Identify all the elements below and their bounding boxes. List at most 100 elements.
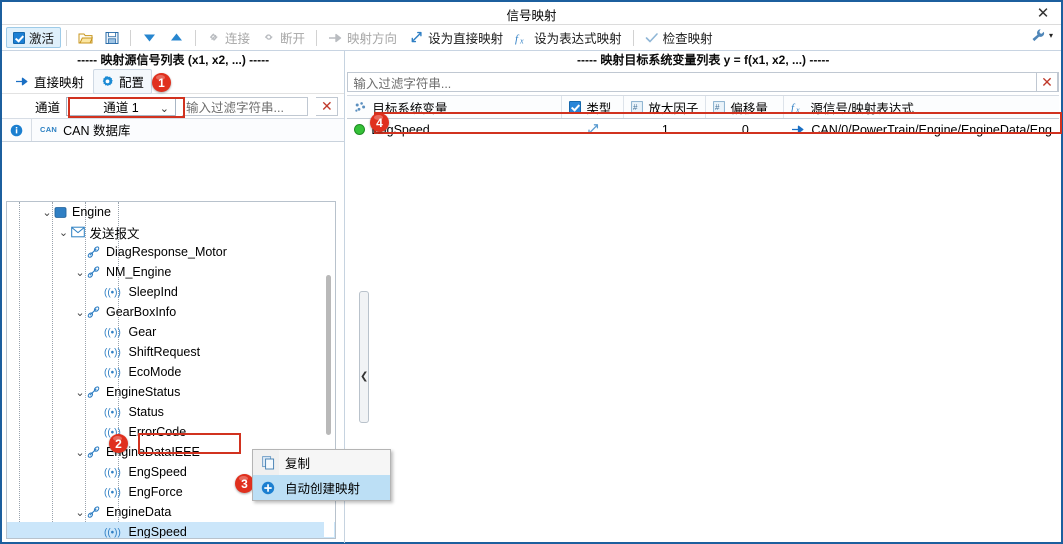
cell-source-expression-label: CAN/0/PowerTrain/Engine/EngineData/Eng: [811, 122, 1052, 137]
svg-text:((•)): ((•)): [104, 368, 121, 379]
source-list-band-title: ----- 映射源信号列表 (x1, x2, ...) -----: [2, 51, 345, 70]
tree-item-engine[interactable]: ⌄ Engine: [7, 202, 335, 222]
status-dot-icon: [354, 124, 366, 135]
context-menu-item-copy-label: 复制: [285, 457, 311, 471]
target-filter-placeholder: 输入过滤字符串...: [353, 76, 452, 91]
tree-expander-icon[interactable]: ⌄: [57, 226, 71, 239]
message-icon: [87, 245, 101, 259]
tree-item-nm-engine[interactable]: ⌄ NM_Engine: [7, 262, 335, 282]
chevron-down-icon[interactable]: ▾: [1049, 31, 1053, 40]
tree-item-gearboxinfo[interactable]: ⌄ GearBoxInfo: [7, 302, 335, 322]
column-type[interactable]: 类型: [562, 96, 625, 118]
tree-expander-icon[interactable]: ⌄: [73, 386, 87, 399]
clear-target-filter-button[interactable]: ✕: [1036, 72, 1058, 92]
tree-item-errorcode[interactable]: ((•)) ErrorCode: [7, 422, 335, 442]
disconnect-button[interactable]: 断开: [256, 27, 311, 48]
activate-toggle[interactable]: 激活: [6, 27, 62, 48]
set-expression-mapping-button[interactable]: f x 设为表达式映射: [509, 27, 628, 48]
sysvar-icon: [354, 101, 367, 114]
config-button[interactable]: 配置: [93, 69, 153, 94]
check-mapping-label: 检查映射: [662, 32, 713, 46]
copy-icon: [259, 455, 277, 470]
tree-expander-icon[interactable]: ⌄: [40, 206, 54, 219]
toolbar-settings-group: ▾: [1030, 28, 1053, 43]
tree-item-label: EcoMode: [128, 365, 182, 379]
cell-offset: 0: [741, 122, 749, 137]
database-header: CAN CAN 数据库: [2, 118, 345, 142]
context-menu-item-auto-create-mapping[interactable]: 自动创建映射: [253, 475, 390, 500]
message-icon: [87, 505, 101, 519]
channel-filter-row: 通道 通道 1 ⌄ 输入过滤字符串... ✕: [2, 94, 344, 118]
mapping-direction-label: 映射方向: [347, 32, 398, 46]
message-icon: [87, 385, 101, 399]
close-icon[interactable]: ✕: [1031, 3, 1055, 23]
connect-button[interactable]: 连接: [201, 27, 256, 48]
signal-icon: ((•)): [104, 406, 124, 419]
svg-text:((•)): ((•)): [104, 488, 121, 499]
tree-item-label: EngSpeed: [128, 525, 187, 539]
connect-label: 连接: [225, 32, 251, 46]
annotation-badge-4: 4: [370, 113, 389, 132]
svg-text:x: x: [795, 106, 800, 115]
tree-expander-icon[interactable]: ⌄: [73, 446, 87, 459]
tree-expander-icon[interactable]: ⌄: [73, 506, 87, 519]
annotation-badge-2: 2: [109, 434, 128, 453]
table-row[interactable]: EngSpeed 1 0 CAN/0/PowerTrain/Engine/Eng…: [347, 119, 1059, 140]
direct-mapping-button[interactable]: 直接映射: [8, 70, 91, 93]
direct-map-icon: [409, 31, 424, 44]
message-icon: [87, 265, 101, 279]
clear-source-filter-button[interactable]: ✕: [316, 96, 339, 116]
cell-factor: 1: [661, 122, 669, 137]
tree-item-engspeed[interactable]: ((•)) EngSpeed: [7, 522, 336, 539]
mapping-direction-button[interactable]: 映射方向: [322, 27, 403, 48]
envelope-icon: [70, 226, 85, 238]
tree-item-enginedata[interactable]: ⌄ EngineData: [7, 502, 335, 522]
tree-expander-icon[interactable]: ⌄: [73, 266, 87, 279]
activate-label: 激活: [29, 32, 55, 46]
tree-item-sleepind[interactable]: ((•)) SleepInd: [7, 282, 335, 302]
wrench-icon[interactable]: [1030, 28, 1046, 43]
direct-map-icon: [586, 123, 600, 136]
tree-item--[interactable]: ⌄ 发送报文: [7, 222, 335, 242]
column-source-expression[interactable]: f x 源信号/映射表达式: [784, 96, 1059, 118]
column-source-expression-label: 源信号/映射表达式: [810, 101, 914, 116]
info-column-header[interactable]: [2, 119, 32, 141]
signal-icon: ((•)): [104, 366, 124, 379]
signal-mapping-window: 信号映射 ✕ 激活 连接 断开 映射方向 设为直接映射 f x 设为表达式映射 …: [0, 0, 1063, 544]
context-menu[interactable]: 复制 自动创建映射: [252, 449, 391, 501]
tree-item-gear[interactable]: ((•)) Gear: [7, 322, 335, 342]
check-mapping-button[interactable]: 检查映射: [639, 27, 719, 48]
node-box-icon: [54, 206, 67, 219]
tree-item-label: ErrorCode: [128, 425, 187, 439]
tree-item-shiftrequest[interactable]: ((•)) ShiftRequest: [7, 342, 335, 362]
column-offset[interactable]: # 偏移量: [706, 96, 785, 118]
channel-select[interactable]: 通道 1 ⌄: [66, 96, 176, 116]
column-offset-label: 偏移量: [730, 101, 768, 116]
move-up-button[interactable]: [163, 27, 190, 48]
save-button[interactable]: [99, 27, 125, 48]
direct-mapping-label: 直接映射: [34, 76, 85, 90]
tree-expander-icon[interactable]: ⌄: [73, 306, 87, 319]
tree-item-status[interactable]: ((•)) Status: [7, 402, 335, 422]
open-button[interactable]: [72, 27, 99, 48]
tree-item-ecomode[interactable]: ((•)) EcoMode: [7, 362, 335, 382]
tree-scrollbar-thumb[interactable]: [326, 275, 332, 435]
plus-circle-icon: [259, 481, 277, 495]
set-direct-mapping-label: 设为直接映射: [428, 32, 504, 46]
arrow-right-icon: [791, 124, 805, 135]
tree-item-diagresponse-motor[interactable]: DiagResponse_Motor: [7, 242, 335, 262]
tree-item-enginestatus[interactable]: ⌄ EngineStatus: [7, 382, 335, 402]
source-pane-toolbar: 直接映射 配置: [2, 69, 345, 94]
column-factor[interactable]: # 放大因子: [624, 96, 707, 118]
can-database-column-header[interactable]: CAN CAN 数据库: [32, 119, 344, 140]
source-filter-placeholder: 输入过滤字符串...: [186, 100, 284, 115]
info-icon: [10, 124, 23, 137]
toolbar-separator: [632, 29, 634, 46]
check-icon: [645, 32, 659, 44]
target-filter-input[interactable]: 输入过滤字符串... ✕: [347, 72, 1059, 92]
move-down-button[interactable]: [136, 27, 163, 48]
source-filter-input[interactable]: 输入过滤字符串...: [182, 96, 309, 116]
context-menu-item-copy[interactable]: 复制: [253, 450, 390, 475]
column-factor-label: 放大因子: [648, 101, 699, 116]
set-direct-mapping-button[interactable]: 设为直接映射: [403, 27, 509, 48]
